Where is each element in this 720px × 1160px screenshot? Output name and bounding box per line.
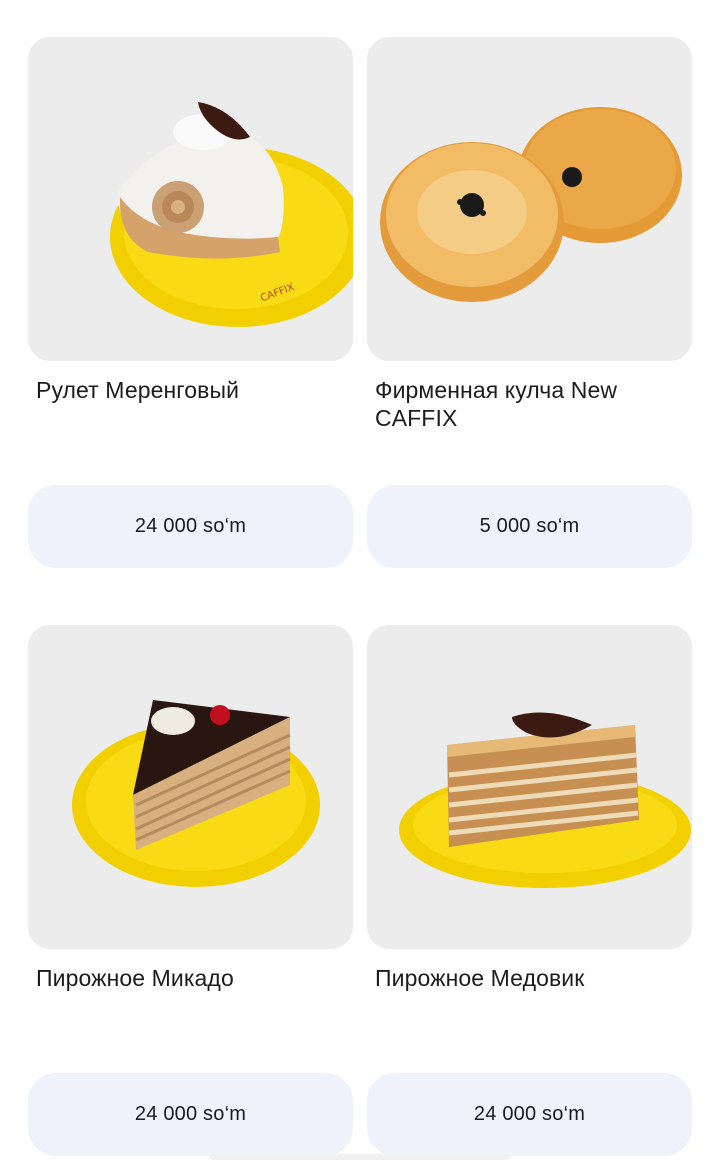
product-card[interactable]: Пирожное Микадо 24 000 so‘m — [28, 625, 353, 1156]
kulcha-bread-image[interactable] — [367, 37, 692, 361]
meringue-roll-image[interactable]: CAFFIX — [28, 37, 353, 361]
product-name: Пирожное Медовик — [375, 965, 585, 991]
price-button[interactable]: 24 000 so‘m — [28, 1073, 353, 1156]
product-card[interactable]: Пирожное Медовик 24 000 so‘m — [367, 625, 692, 1156]
product-name: Пирожное Микадо — [36, 965, 234, 991]
mikado-cake-image[interactable] — [28, 625, 353, 949]
product-grid: CAFFIX Рулет Меренговый 24 000 so‘m Фирм… — [28, 37, 692, 1156]
price-button[interactable]: 24 000 so‘m — [367, 1073, 692, 1156]
product-card[interactable]: Фирменная кулча New CAFFIX 5 000 so‘m — [367, 37, 692, 568]
product-card[interactable]: CAFFIX Рулет Меренговый 24 000 so‘m — [28, 37, 353, 568]
bottom-edge-bar — [210, 1154, 510, 1160]
product-name: Рулет Меренговый — [36, 377, 240, 403]
price-button[interactable]: 5 000 so‘m — [367, 485, 692, 568]
price-button[interactable]: 24 000 so‘m — [28, 485, 353, 568]
product-name: Фирменная кулча New CAFFIX — [375, 377, 618, 431]
medovik-cake-image[interactable] — [367, 625, 692, 949]
